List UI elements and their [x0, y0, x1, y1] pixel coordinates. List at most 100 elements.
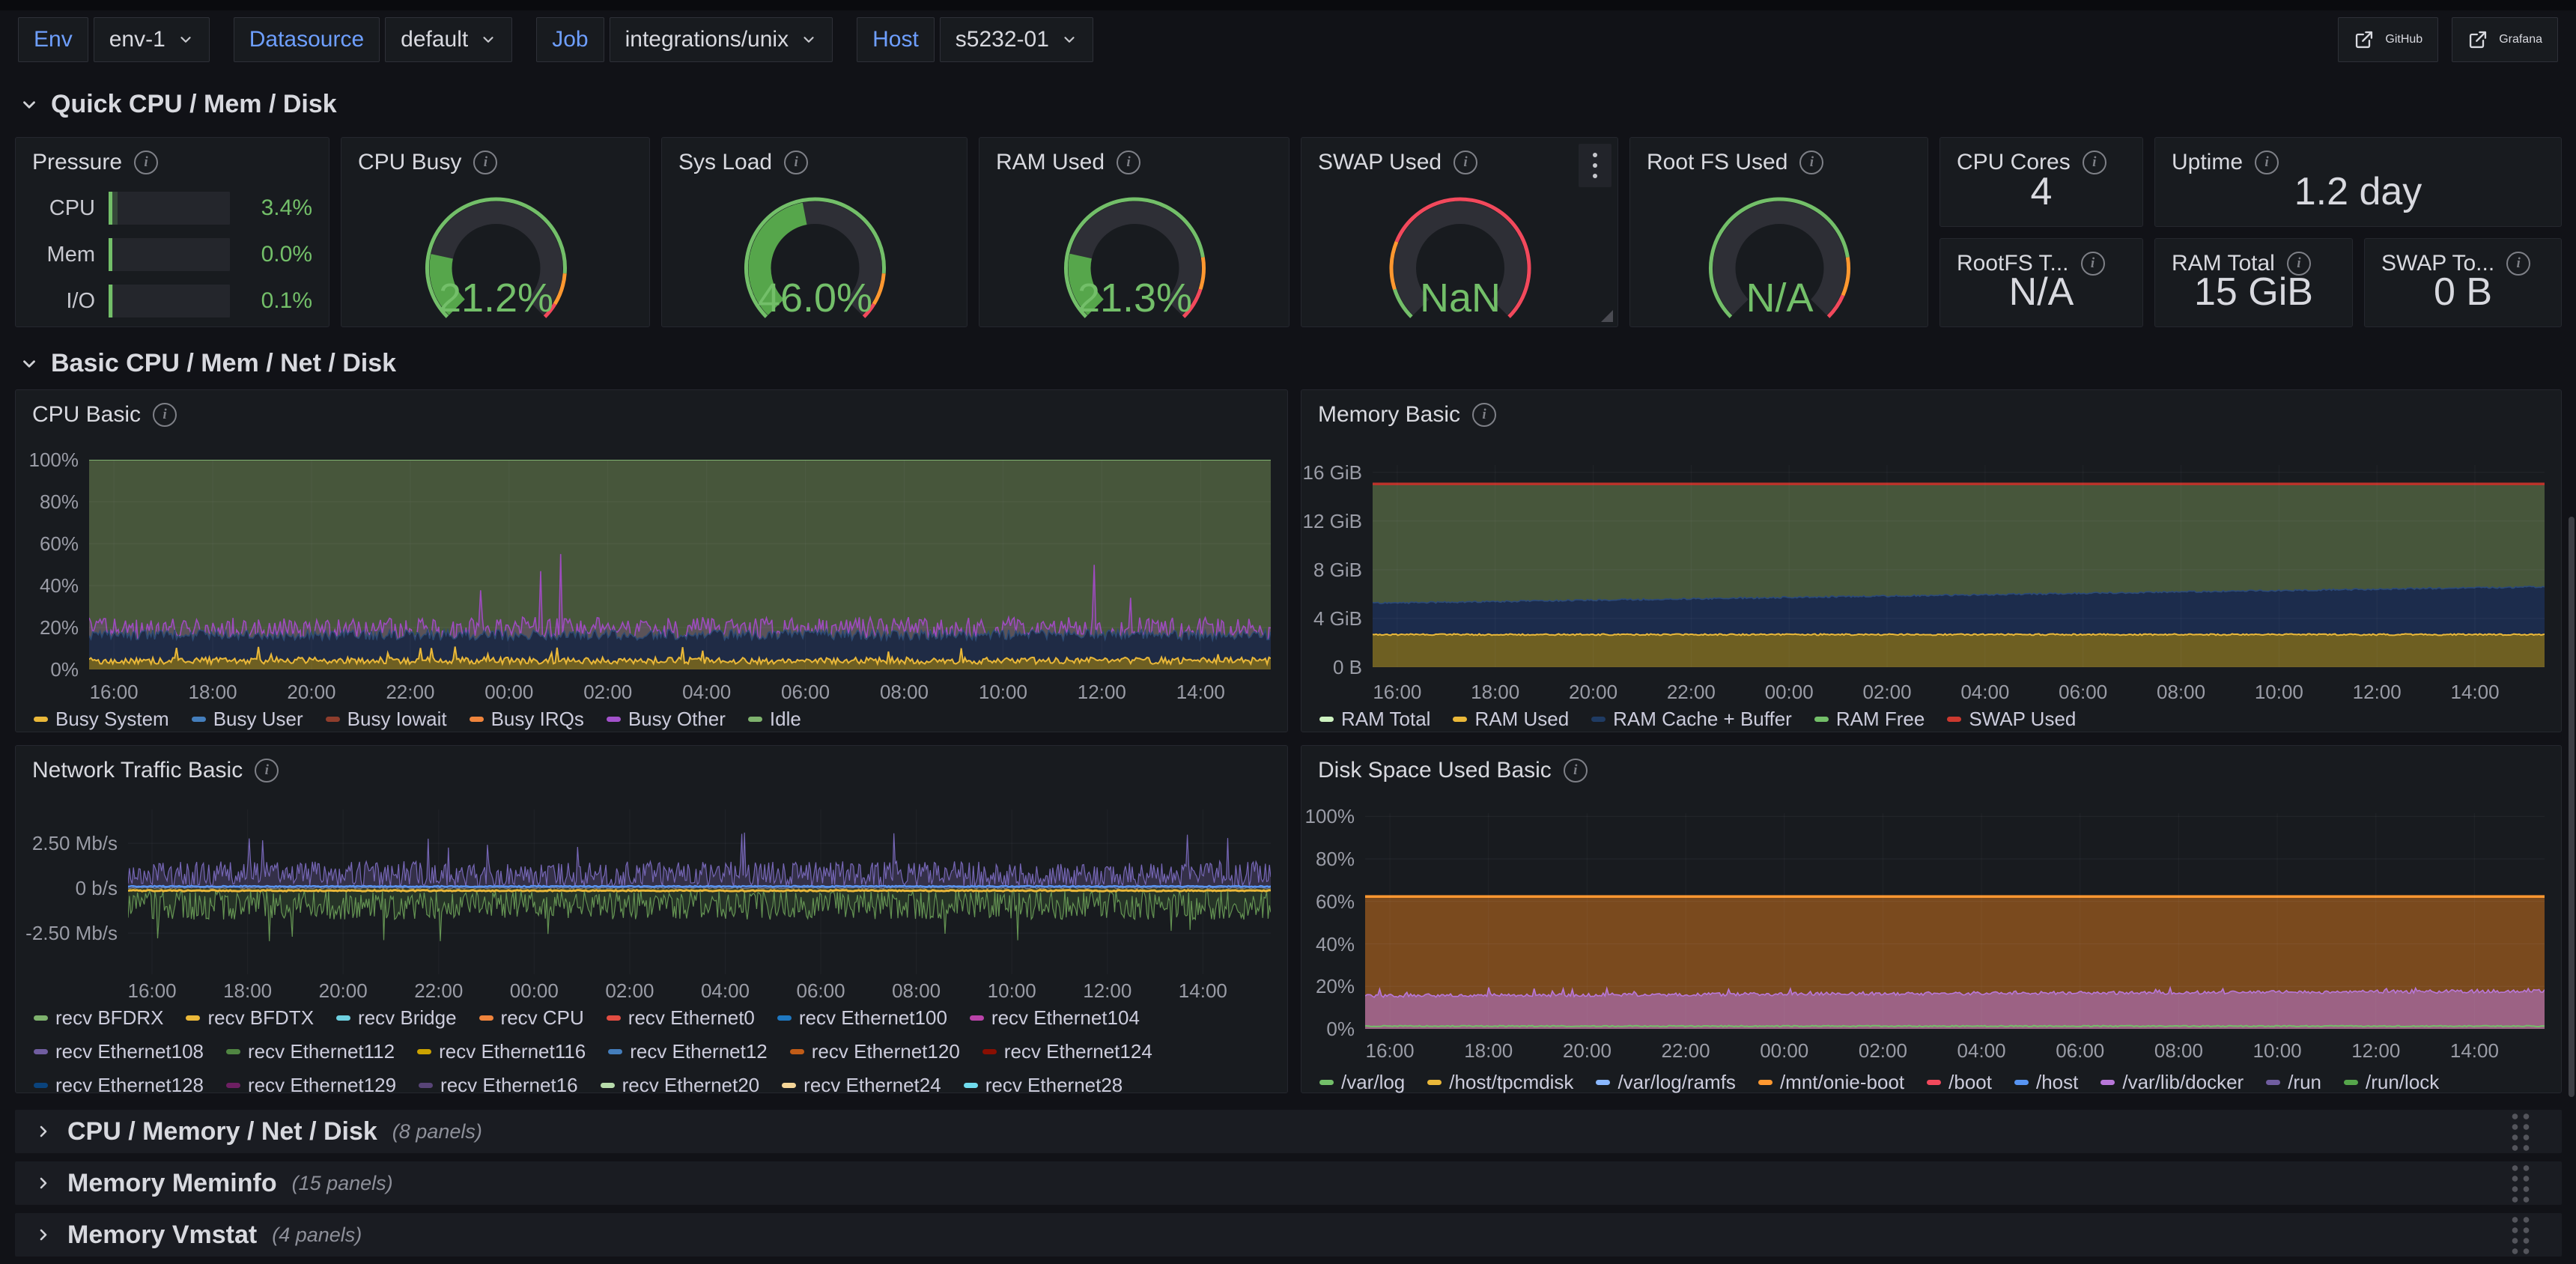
- chevron-down-icon: [1061, 31, 1078, 48]
- legend-item-ram-total[interactable]: RAM Total: [1319, 708, 1430, 731]
- legend-item-swap-used[interactable]: SWAP Used: [1947, 708, 2076, 731]
- cpu-basic-plot[interactable]: [89, 460, 1271, 669]
- legend-series-swatch: [419, 1083, 433, 1088]
- section-header-basic[interactable]: Basic CPU / Mem / Net / Disk: [19, 349, 396, 378]
- legend-item-recv-ethernet116[interactable]: recv Ethernet116: [417, 1040, 586, 1063]
- legend-item-busy-irqs[interactable]: Busy IRQs: [470, 708, 584, 731]
- legend-item-var-log[interactable]: /var/log: [1319, 1071, 1405, 1094]
- legend-series-swatch: [1427, 1080, 1442, 1085]
- legend-item-boot[interactable]: /boot: [1927, 1071, 1992, 1094]
- info-icon[interactable]: [1117, 151, 1140, 174]
- memory-basic-plot[interactable]: [1373, 465, 2545, 667]
- legend-item-run-lock[interactable]: /run/lock: [2344, 1071, 2439, 1094]
- legend-item-recv-ethernet28[interactable]: recv Ethernet28: [964, 1074, 1123, 1097]
- legend-item-recv-ethernet20[interactable]: recv Ethernet20: [601, 1074, 760, 1097]
- collapsed-row-memory-vmstat[interactable]: Memory Vmstat(4 panels): [15, 1213, 2562, 1257]
- pressure-bar-value-tick: [109, 238, 112, 271]
- legend-item-recv-ethernet128[interactable]: recv Ethernet128: [34, 1074, 204, 1097]
- legend-series-swatch: [34, 1083, 48, 1088]
- info-icon[interactable]: [1453, 151, 1477, 174]
- legend-series-label: recv Bridge: [358, 1006, 457, 1030]
- legend-item-recv-ethernet112[interactable]: recv Ethernet112: [226, 1040, 395, 1063]
- info-icon[interactable]: [784, 151, 808, 174]
- legend-item-busy-system[interactable]: Busy System: [34, 708, 169, 731]
- legend-item-busy-user[interactable]: Busy User: [192, 708, 303, 731]
- chevron-right-icon: [34, 1122, 52, 1140]
- info-icon[interactable]: [1564, 759, 1588, 783]
- legend-item-recv-ethernet16[interactable]: recv Ethernet16: [419, 1074, 578, 1097]
- pressure-bar-gauge[interactable]: [109, 285, 230, 317]
- info-icon[interactable]: [1472, 403, 1496, 427]
- y-axis-tick-label: 60%: [1301, 890, 1355, 914]
- picker-value-datasource[interactable]: default: [385, 17, 512, 62]
- pressure-bar-gauge[interactable]: [109, 238, 230, 271]
- legend-series-label: Idle: [770, 708, 801, 731]
- legend-item-recv-ethernet100[interactable]: recv Ethernet100: [777, 1006, 947, 1030]
- panel-header: Pressure: [16, 138, 329, 187]
- info-icon[interactable]: [153, 403, 177, 427]
- legend-series-label: /host/tpcmdisk: [1449, 1071, 1573, 1094]
- picker-value-host[interactable]: s5232-01: [940, 17, 1093, 62]
- x-axis-tick-label: 00:00: [464, 681, 554, 704]
- external-link-icon: [2354, 29, 2375, 50]
- stat-value: 15 GiB: [2155, 270, 2352, 315]
- info-icon[interactable]: [1799, 151, 1823, 174]
- legend-item-busy-iowait[interactable]: Busy Iowait: [326, 708, 447, 731]
- grafana-link-button[interactable]: Grafana: [2452, 17, 2558, 62]
- legend-cpu-basic: Busy System Busy User Busy Iowait Busy IRQs…: [34, 708, 1271, 731]
- legend-item-run[interactable]: /run: [2266, 1071, 2321, 1094]
- legend-series-label: /mnt/onie-boot: [1780, 1071, 1904, 1094]
- legend-item-recv-bfdtx[interactable]: recv BFDTX: [186, 1006, 314, 1030]
- legend-item-recv-ethernet12[interactable]: recv Ethernet12: [608, 1040, 768, 1063]
- legend-item-recv-ethernet24[interactable]: recv Ethernet24: [782, 1074, 941, 1097]
- legend-item-recv-ethernet108[interactable]: recv Ethernet108: [34, 1040, 204, 1063]
- gauge-value: 21.2%: [439, 276, 553, 320]
- info-icon[interactable]: [473, 151, 497, 174]
- picker-label-host: Host: [857, 17, 935, 62]
- legend-item-recv-ethernet129[interactable]: recv Ethernet129: [226, 1074, 396, 1097]
- scrollbar-thumb[interactable]: [2569, 517, 2575, 1097]
- legend-series-swatch: [34, 717, 48, 722]
- legend-series-swatch: [1591, 717, 1606, 722]
- row-drag-handle-icon[interactable]: [2509, 1215, 2532, 1255]
- legend-item-mnt-onie-boot[interactable]: /mnt/onie-boot: [1758, 1071, 1904, 1094]
- legend-series-label: /run/lock: [2366, 1071, 2439, 1094]
- section-header-quick[interactable]: Quick CPU / Mem / Disk: [19, 90, 337, 119]
- legend-item-ram-cache-buffer[interactable]: RAM Cache + Buffer: [1591, 708, 1792, 731]
- legend-series-label: recv Ethernet112: [248, 1040, 395, 1063]
- info-icon[interactable]: [255, 759, 279, 783]
- legend-item-idle[interactable]: Idle: [748, 708, 801, 731]
- legend-item-host[interactable]: /host: [2014, 1071, 2078, 1094]
- legend-item-recv-ethernet0[interactable]: recv Ethernet0: [607, 1006, 755, 1030]
- legend-item-recv-cpu[interactable]: recv CPU: [479, 1006, 584, 1030]
- network-traffic-basic-plot[interactable]: [128, 809, 1271, 974]
- legend-item-busy-other[interactable]: Busy Other: [607, 708, 726, 731]
- legend-series-label: recv Ethernet120: [812, 1040, 960, 1063]
- picker-value-env[interactable]: env-1: [94, 17, 210, 62]
- legend-item-recv-bridge[interactable]: recv Bridge: [336, 1006, 457, 1030]
- panel-header: Disk Space Used Basic: [1301, 746, 2561, 795]
- collapsed-row-cpu-memory-net-disk[interactable]: CPU / Memory / Net / Disk(8 panels): [15, 1110, 2562, 1153]
- picker-value-job[interactable]: integrations/unix: [610, 17, 833, 62]
- legend-item-ram-used[interactable]: RAM Used: [1453, 708, 1569, 731]
- github-link-button[interactable]: GitHub: [2338, 17, 2438, 62]
- legend-item-var-log-ramfs[interactable]: /var/log/ramfs: [1596, 1071, 1736, 1094]
- panel-network-traffic-basic: Network Traffic Basic-2.50 Mb/s0 b/s2.50…: [15, 745, 1288, 1093]
- y-axis-tick-label: 8 GiB: [1301, 559, 1362, 582]
- legend-item-var-lib-docker[interactable]: /var/lib/docker: [2100, 1071, 2244, 1094]
- legend-item-ram-free[interactable]: RAM Free: [1814, 708, 1925, 731]
- row-drag-handle-icon[interactable]: [2509, 1163, 2532, 1203]
- disk-space-used-basic-plot[interactable]: [1365, 813, 2545, 1029]
- external-link-icon: [2467, 29, 2488, 50]
- collapsed-row-memory-meminfo[interactable]: Memory Meminfo(15 panels): [15, 1161, 2562, 1205]
- row-drag-handle-icon[interactable]: [2509, 1111, 2532, 1152]
- legend-item-recv-ethernet104[interactable]: recv Ethernet104: [970, 1006, 1140, 1030]
- info-icon[interactable]: [134, 151, 158, 174]
- legend-item-recv-ethernet124[interactable]: recv Ethernet124: [982, 1040, 1152, 1063]
- legend-item-recv-ethernet120[interactable]: recv Ethernet120: [790, 1040, 960, 1063]
- x-axis-tick-label: 04:00: [1936, 1039, 2026, 1063]
- panel-memory-basic: Memory Basic0 B4 GiB8 GiB12 GiB16 GiB16:…: [1301, 389, 2562, 732]
- pressure-bar-gauge[interactable]: [109, 192, 230, 225]
- legend-item-host-tpcmdisk[interactable]: /host/tpcmdisk: [1427, 1071, 1573, 1094]
- legend-item-recv-bfdrx[interactable]: recv BFDRX: [34, 1006, 163, 1030]
